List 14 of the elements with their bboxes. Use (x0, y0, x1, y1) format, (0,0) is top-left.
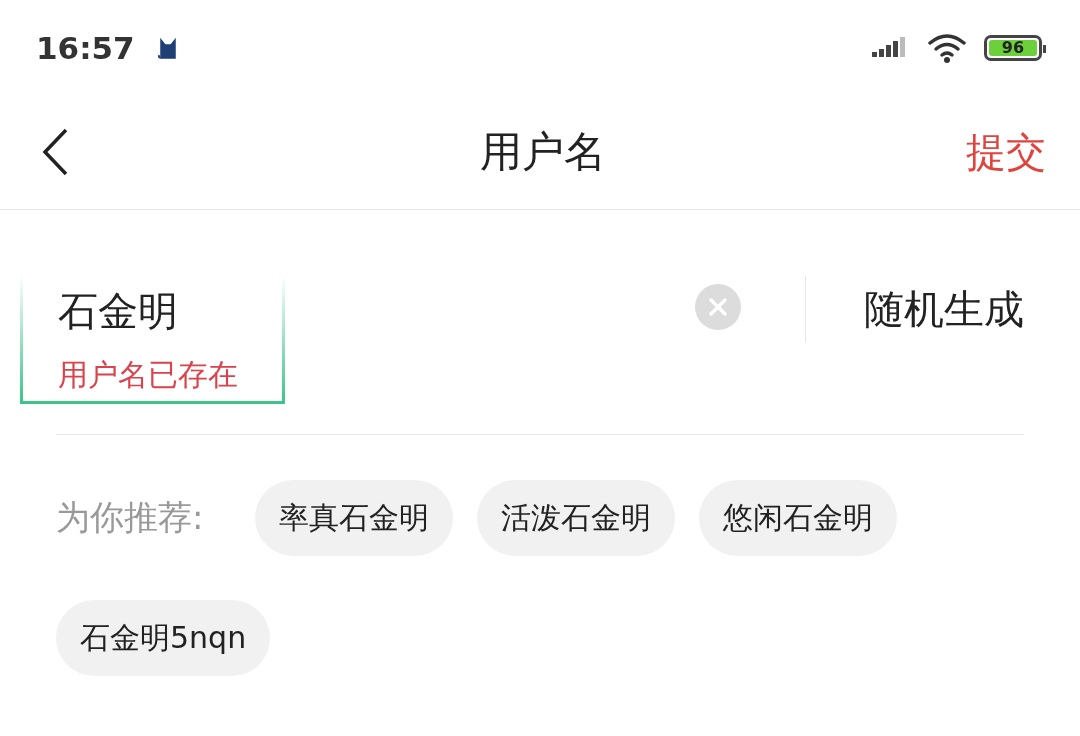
recommend-label: 为你推荐: (56, 496, 204, 539)
random-generate-button[interactable]: 随机生成 (864, 282, 1024, 337)
back-button[interactable] (40, 127, 70, 177)
cat-icon (156, 35, 179, 60)
suggestion-chip[interactable]: 石金明5nqn (56, 600, 271, 676)
suggestion-chip[interactable]: 悠闲石金明 (699, 480, 898, 556)
suggestion-chip[interactable]: 率真石金明 (255, 480, 454, 556)
submit-button[interactable]: 提交 (966, 124, 1046, 180)
suggestion-chip[interactable]: 活泼石金明 (477, 480, 676, 556)
status-time: 16:57 (36, 29, 135, 66)
back-icon (40, 127, 70, 177)
username-input[interactable]: 石金明 (58, 284, 282, 339)
page-title: 用户名 (480, 126, 606, 178)
error-message: 用户名已存在 (58, 356, 239, 394)
